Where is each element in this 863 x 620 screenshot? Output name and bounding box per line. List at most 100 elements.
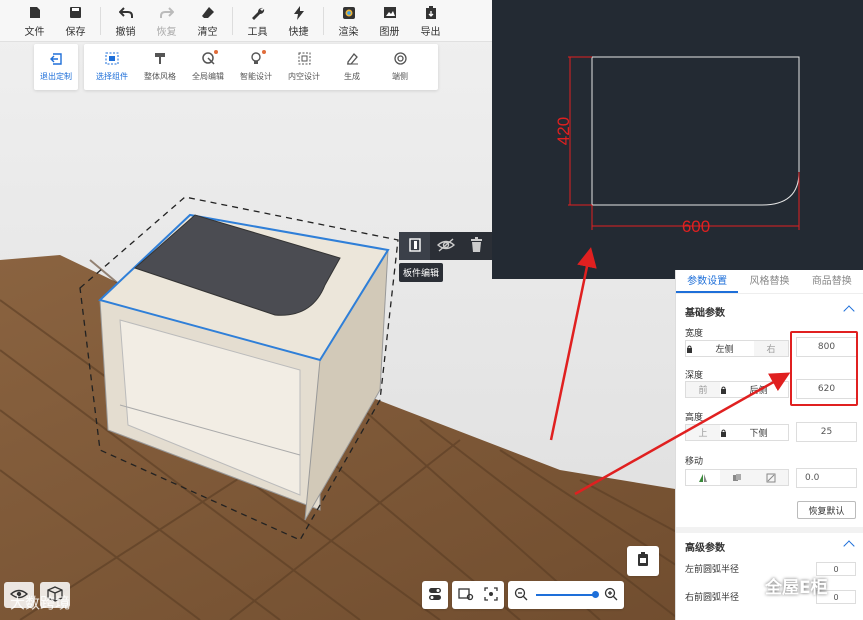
clear-button[interactable]: 清空 (187, 0, 228, 42)
height-input[interactable]: 25 (796, 422, 857, 442)
render-button[interactable]: 渲染 (328, 0, 369, 42)
tools-button[interactable]: 工具 (237, 0, 278, 42)
right-front-radius-label: 右前圆弧半径 (685, 593, 740, 603)
move-right-option[interactable] (754, 470, 788, 485)
lock-icon (721, 386, 726, 394)
redo-label: 恢复 (156, 26, 177, 38)
side-button[interactable]: 端侧 (376, 44, 424, 90)
delete-button[interactable] (461, 232, 492, 260)
undo-button[interactable]: 撤销 (105, 0, 146, 42)
move-left-option[interactable] (686, 470, 720, 485)
smart-design-label: 智能设计 (240, 72, 272, 81)
global-edit-button[interactable]: 全局编辑 (184, 44, 232, 90)
redo-button[interactable]: 恢复 (146, 0, 187, 42)
generate-icon (346, 52, 359, 67)
interior-design-button[interactable]: 内空设计 (280, 44, 328, 90)
fit-view-icon[interactable] (484, 586, 498, 604)
property-panel: 参数设置 风格替换 商品替换 基础参数 宽度 左侧 右 800 深度 前 后侧 … (675, 270, 863, 620)
view-settings-icon[interactable] (458, 587, 474, 604)
undo-label: 撤销 (115, 26, 136, 38)
save-icon (68, 5, 84, 21)
wrench-icon (250, 5, 266, 21)
smart-design-button[interactable]: 智能设计 (232, 44, 280, 90)
eraser-icon (200, 5, 216, 21)
smart-design-icon (250, 52, 263, 67)
toggle-view-button[interactable] (422, 581, 448, 609)
redo-icon (159, 5, 175, 21)
toolbar-divider (323, 7, 324, 35)
zoom-in-icon[interactable] (604, 587, 618, 604)
cad-drawing: 420 600 (492, 0, 863, 279)
file-button[interactable]: 文件 (14, 0, 55, 42)
save-button[interactable]: 保存 (55, 0, 96, 42)
clear-label: 清空 (197, 26, 218, 38)
panel-edit-button[interactable] (399, 232, 430, 260)
panel-edit-icon (407, 237, 423, 256)
depth-anchor-toggle[interactable]: 前 后侧 (685, 381, 789, 398)
album-button[interactable]: 图册 (369, 0, 410, 42)
height-anchor-toggle[interactable]: 上 下侧 (685, 424, 789, 441)
move-label: 移动 (685, 457, 704, 467)
style-icon (154, 52, 166, 67)
width-right-option[interactable]: 右 (754, 341, 788, 356)
lightning-icon (291, 5, 307, 21)
move-right-icon (766, 473, 776, 482)
clipboard-button[interactable] (627, 546, 659, 576)
bottom-toolbar (422, 581, 624, 609)
select-component-icon (105, 52, 119, 67)
wechat-icon (733, 572, 759, 599)
album-label: 图册 (379, 26, 400, 38)
hide-button[interactable] (430, 232, 461, 260)
export-icon (423, 5, 439, 21)
width-anchor-toggle[interactable]: 左侧 右 (685, 340, 789, 357)
exit-customize-label: 退出定制 (40, 71, 72, 81)
shortcut-button[interactable]: 快捷 (278, 0, 319, 42)
export-button[interactable]: 导出 (410, 0, 451, 42)
toolbar-divider (232, 7, 233, 35)
move-center-option[interactable] (720, 470, 754, 485)
wechat-watermark: 全屋E柜 (733, 572, 828, 599)
height-top-option[interactable]: 上 (686, 425, 720, 440)
view-tools (452, 581, 504, 609)
render-label: 渲染 (338, 26, 359, 38)
trash-icon (470, 237, 483, 255)
file-label: 文件 (24, 26, 45, 38)
collapse-icon[interactable] (843, 305, 855, 317)
collapse-icon[interactable] (843, 540, 855, 552)
depth-back-option[interactable]: 后侧 (720, 382, 788, 397)
move-input[interactable]: 0.0 (796, 468, 857, 488)
interior-design-icon (298, 52, 311, 67)
tab-product-replace[interactable]: 商品替换 (801, 270, 863, 293)
depth-front-option[interactable]: 前 (686, 382, 720, 397)
cad-height-label: 420 (554, 117, 573, 145)
tools-label: 工具 (247, 26, 268, 38)
zoom-out-icon[interactable] (514, 587, 528, 604)
interior-design-label: 内空设计 (288, 72, 320, 81)
render-icon (341, 5, 357, 21)
restore-default-button[interactable]: 恢复默认 (797, 501, 856, 519)
exit-customize-bar: 退出定制 (34, 44, 78, 90)
overall-style-button[interactable]: 整体风格 (136, 44, 184, 90)
new-dot (262, 50, 266, 54)
height-label: 高度 (685, 413, 704, 423)
lock-icon (721, 429, 726, 437)
generate-button[interactable]: 生成 (328, 44, 376, 90)
top-toolbar: 文件 保存 撤销 恢复 清空 工具 快捷 渲染 图册 导出 (0, 0, 492, 42)
height-bottom-option[interactable]: 下侧 (720, 425, 788, 440)
height-bottom-label: 下侧 (749, 429, 768, 439)
basic-params-title: 基础参数 (685, 308, 725, 319)
select-component-button[interactable]: 选择组件 (88, 44, 136, 90)
zoom-control (508, 581, 624, 609)
move-direction-toggle[interactable] (685, 469, 789, 486)
clipboard-icon (637, 552, 649, 570)
advanced-params-title: 高级参数 (685, 543, 725, 554)
tab-style-replace[interactable]: 风格替换 (738, 270, 800, 293)
exit-customize-button[interactable]: 退出定制 (34, 44, 78, 90)
panel-tabs: 参数设置 风格替换 商品替换 (676, 270, 863, 294)
tab-params[interactable]: 参数设置 (676, 270, 739, 293)
zoom-slider[interactable] (536, 591, 599, 598)
left-front-radius-label: 左前圆弧半径 (685, 565, 740, 575)
export-label: 导出 (420, 26, 441, 38)
eye-off-icon (436, 237, 455, 255)
width-left-option[interactable]: 左侧 (686, 341, 754, 356)
